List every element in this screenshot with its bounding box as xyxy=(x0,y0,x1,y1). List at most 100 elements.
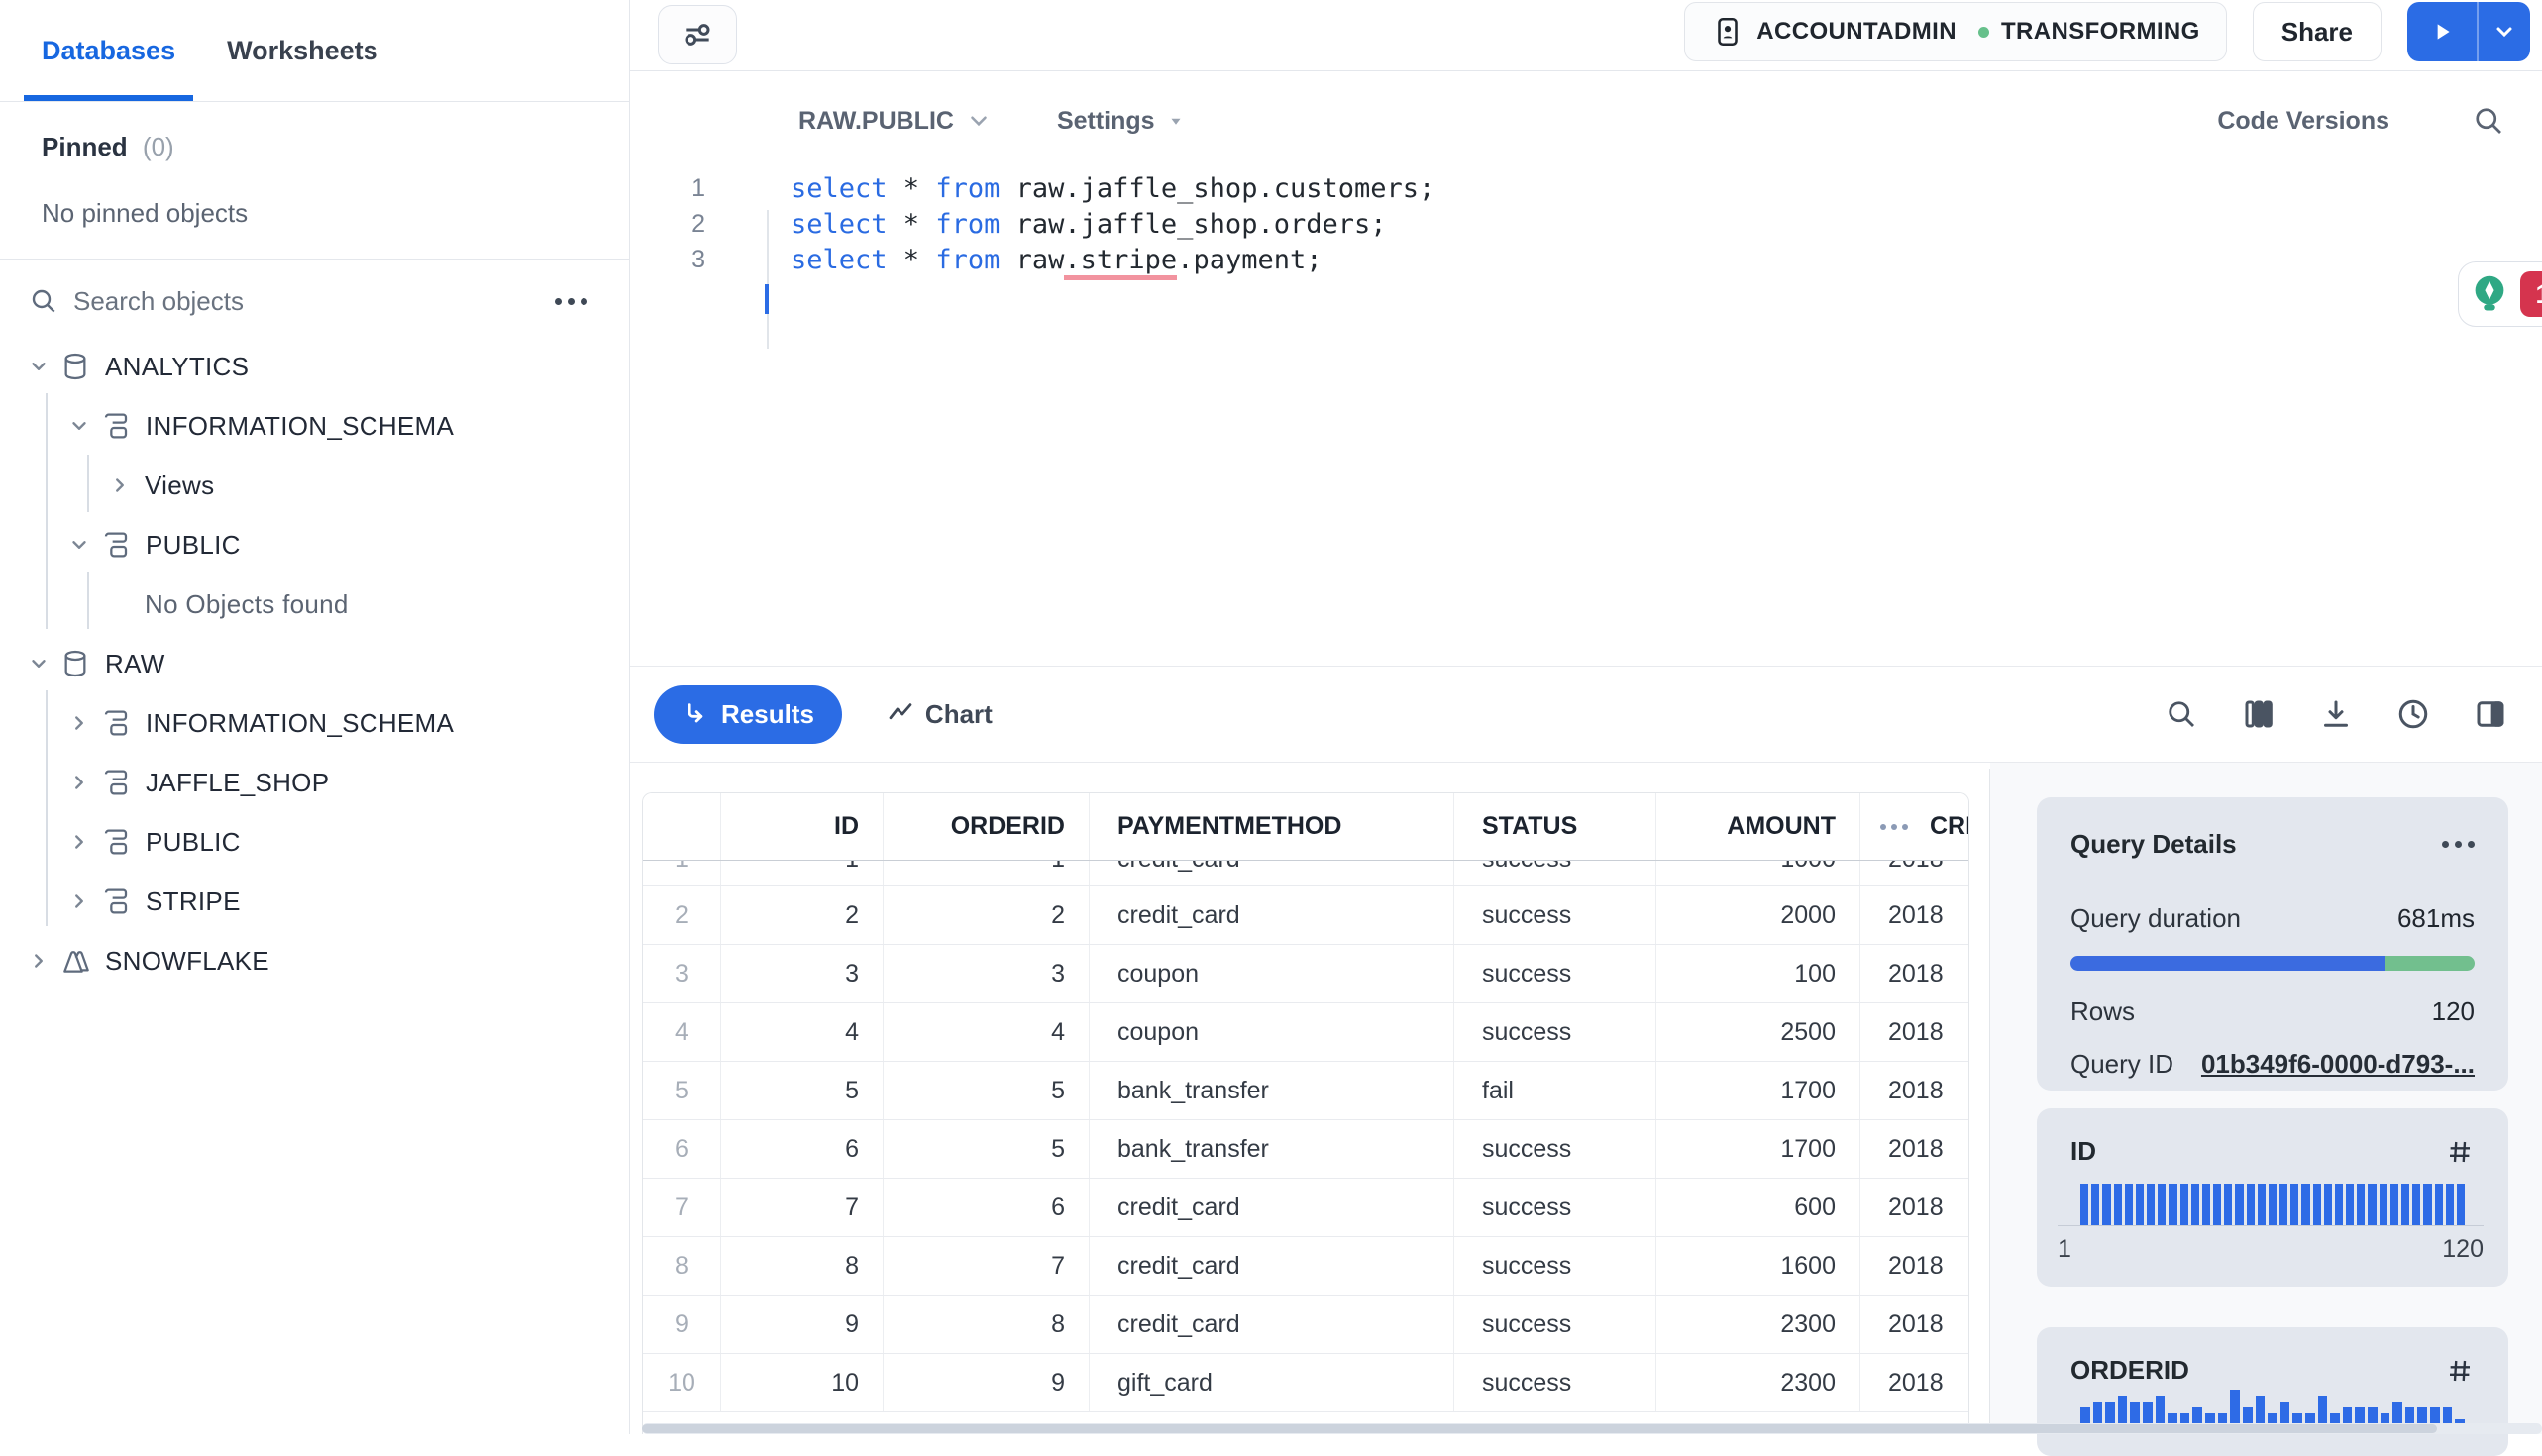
table-row[interactable]: 9 9 8 credit_card success 2300 2018 xyxy=(643,1296,1968,1354)
share-button[interactable]: Share xyxy=(2252,2,2382,61)
tab-databases[interactable]: Databases xyxy=(23,0,194,101)
cell-created: 2018 xyxy=(1859,861,1968,885)
tree-item-public[interactable]: PUBLIC xyxy=(0,812,629,872)
cell-orderid: 5 xyxy=(883,1120,1089,1178)
tree-item-information-schema[interactable]: INFORMATION_SCHEMA xyxy=(0,693,629,753)
chevron-right-icon[interactable] xyxy=(28,950,50,972)
table-row[interactable]: 10 10 9 gift_card success 2300 2018 xyxy=(643,1354,1968,1412)
duration-bar-other xyxy=(2385,956,2475,971)
cell-status: success xyxy=(1453,1237,1655,1295)
row-number-cell: 1 xyxy=(643,861,720,885)
chevron-right-icon[interactable] xyxy=(109,474,131,496)
row-number-cell: 3 xyxy=(675,959,688,988)
tab-results[interactable]: Results xyxy=(654,684,842,744)
columns-icon[interactable] xyxy=(2241,696,2277,732)
run-options-button[interactable] xyxy=(2479,2,2530,61)
cell-orderid: 3 xyxy=(883,945,1089,1002)
table-row[interactable]: 111credit_cardsuccess10002018 xyxy=(643,861,1968,886)
tree-item-label: Views xyxy=(145,469,215,500)
tree-item-analytics[interactable]: ANALYTICS xyxy=(0,337,629,396)
code-versions-link[interactable]: Code Versions xyxy=(2217,107,2389,136)
numeric-column-icon xyxy=(2445,1356,2475,1386)
table-row[interactable]: 5 5 5 bank_transfer fail 1700 2018 xyxy=(643,1062,1968,1120)
warehouse-status-dot xyxy=(1977,26,1989,38)
histogram-bar xyxy=(2135,1184,2145,1225)
table-body: 111credit_cardsuccess10002018222credit_c… xyxy=(643,861,1968,1412)
id-histogram[interactable] xyxy=(2080,1184,2466,1225)
table-row[interactable]: 2 2 2 credit_card success 2000 2018 xyxy=(643,886,1968,945)
column-header-paymentmethod[interactable]: PAYMENTMETHOD xyxy=(1089,793,1453,860)
chevron-down-icon xyxy=(2492,20,2516,44)
code-line-1[interactable]: 1 select * from raw.jaffle_shop.customers… xyxy=(630,170,2542,206)
column-header-amount[interactable]: AMOUNT xyxy=(1655,793,1859,860)
query-duration-value: 681ms xyxy=(2396,903,2475,933)
chevron-right-icon[interactable] xyxy=(68,772,90,793)
role-warehouse-selector[interactable]: ACCOUNTADMIN TRANSFORMING xyxy=(1684,2,2227,61)
sidebar-more-menu-icon[interactable] xyxy=(555,297,587,305)
results-area: Query Details Query duration 681ms Rows … xyxy=(630,763,2542,1456)
download-icon[interactable] xyxy=(2318,696,2354,732)
search-input[interactable]: Search objects xyxy=(28,285,555,317)
query-history-clock-icon[interactable] xyxy=(2395,696,2431,732)
column-header-orderid[interactable]: ORDERID xyxy=(883,793,1089,860)
column-header-id[interactable]: ID xyxy=(720,793,883,860)
histogram-bar xyxy=(2434,1184,2443,1225)
query-id-link[interactable]: 01b349f6-0000-d793-... xyxy=(2201,1049,2475,1080)
worksheet-config-button[interactable] xyxy=(658,5,737,64)
cell-status: success xyxy=(1453,1003,1655,1061)
chevron-down-icon[interactable] xyxy=(68,415,90,437)
chevron-right-icon[interactable] xyxy=(68,890,90,912)
run-button[interactable] xyxy=(2407,2,2477,61)
column-menu-icon[interactable] xyxy=(1880,823,1908,830)
editor-search-icon[interactable] xyxy=(2471,103,2506,139)
horizontal-scrollbar[interactable] xyxy=(642,1423,2542,1434)
results-table[interactable]: IDORDERIDPAYMENTMETHODSTATUSAMOUNTCREATE… xyxy=(642,792,1969,1434)
code-line-3[interactable]: 3 select * from raw.stripe.payment; xyxy=(630,242,2542,280)
split-panel-icon[interactable] xyxy=(2473,696,2508,732)
chevron-down-icon[interactable] xyxy=(28,356,50,377)
query-details-menu-icon[interactable] xyxy=(2442,841,2475,848)
scrollbar-thumb[interactable] xyxy=(642,1424,2437,1433)
search-results-icon[interactable] xyxy=(2164,696,2199,732)
settings-dropdown[interactable]: Settings xyxy=(1057,107,1185,136)
duration-bar-execution xyxy=(2070,956,2386,971)
cell-paymentmethod: credit_card xyxy=(1089,1237,1453,1295)
table-row[interactable]: 6 6 5 bank_transfer success 1700 2018 xyxy=(643,1120,1968,1179)
table-row[interactable]: 8 8 7 credit_card success 1600 2018 xyxy=(643,1237,1968,1296)
tab-worksheets[interactable]: Worksheets xyxy=(227,0,378,101)
code-line-2[interactable]: 2 select * from raw.jaffle_shop.orders; xyxy=(630,206,2542,242)
tab-chart[interactable]: Chart xyxy=(886,699,993,730)
cell-status: fail xyxy=(1453,1062,1655,1119)
table-row[interactable]: 3 3 3 coupon success 100 2018 xyxy=(643,945,1968,1003)
play-icon xyxy=(2429,19,2455,45)
tree-item-raw[interactable]: RAW xyxy=(0,634,629,693)
chevron-right-icon[interactable] xyxy=(68,831,90,853)
histogram-bar xyxy=(2102,1184,2111,1225)
line-number: 3 xyxy=(691,245,705,273)
id-card-title: ID xyxy=(2070,1136,2096,1166)
tree-item-views[interactable]: Views xyxy=(0,456,629,515)
copilot-suggestion-pill[interactable]: 1 xyxy=(2458,261,2542,327)
chevron-down-icon[interactable] xyxy=(68,534,90,556)
search-icon xyxy=(28,285,59,317)
row-number-cell: 4 xyxy=(675,1017,688,1046)
sql-editor[interactable]: 1 select * from raw.jaffle_shop.customers… xyxy=(630,170,2542,666)
tree-item-stripe[interactable]: STRIPE xyxy=(0,872,629,931)
chevron-down-icon[interactable] xyxy=(28,653,50,675)
tree-item-public[interactable]: PUBLIC xyxy=(0,515,629,574)
column-header-created[interactable]: CREATED xyxy=(1859,793,1968,860)
line-number: 2 xyxy=(691,209,705,238)
error-count-badge: 1 xyxy=(2520,271,2542,317)
histogram-bar xyxy=(2268,1184,2277,1225)
table-row[interactable]: 4 4 4 coupon success 2500 2018 xyxy=(643,1003,1968,1062)
table-row[interactable]: 7 7 6 credit_card success 600 2018 xyxy=(643,1179,1968,1237)
column-header-status[interactable]: STATUS xyxy=(1453,793,1655,860)
cell-amount: 2300 xyxy=(1655,1354,1859,1411)
tree-item-jaffle-shop[interactable]: JAFFLE_SHOP xyxy=(0,753,629,812)
database-schema-selector[interactable]: RAW.PUBLIC xyxy=(798,107,992,136)
tree-item-information-schema[interactable]: INFORMATION_SCHEMA xyxy=(0,396,629,456)
chevron-right-icon[interactable] xyxy=(68,712,90,734)
sliders-icon xyxy=(678,15,717,54)
tree-item-snowflake[interactable]: SNOWFLAKE xyxy=(0,931,629,990)
cell-paymentmethod: gift_card xyxy=(1089,1354,1453,1411)
